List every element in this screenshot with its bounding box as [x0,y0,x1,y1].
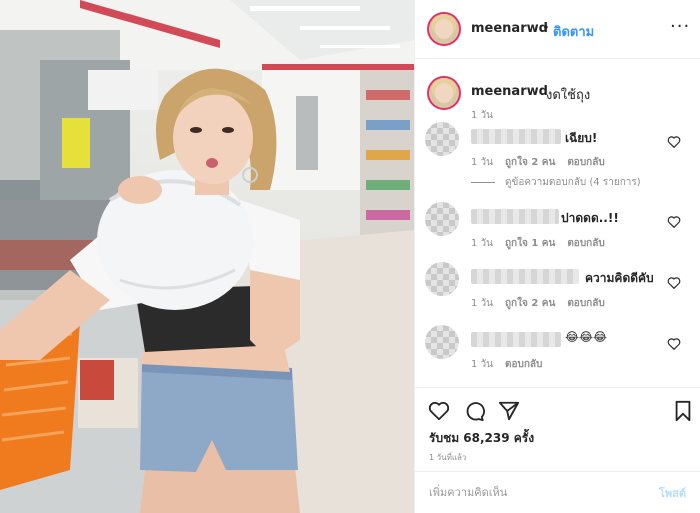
view-replies-button[interactable]: ดูข้อความตอบกลับ (4 รายการ) [471,175,641,190]
comment-meta: 1 วัน ถูกใจ 2 คน ตอบกลับ [471,155,617,170]
post-video[interactable] [0,0,414,513]
comment-likes[interactable]: ถูกใจ 2 คน [505,298,555,309]
comment-meta: 1 วัน ตอบกลับ [471,357,554,372]
caption-avatar[interactable] [427,76,461,110]
comment-time[interactable]: 1 วัน [471,359,493,370]
comment-meta: 1 วัน ถูกใจ 2 คน ตอบกลับ [471,296,617,311]
comment-text: เฉียบ! [565,131,598,145]
comment-meta: 1 วัน ถูกใจ 1 คน ตอบกลับ [471,236,617,251]
comment-composer: โพสต์ [415,471,700,513]
comment-username-blurred[interactable] [471,129,561,144]
post-comment-button[interactable]: โพสต์ [659,484,686,502]
small-heart-icon[interactable] [667,215,681,228]
comment-text: ความคิดดีคับ [585,271,654,285]
comment-avatar-blurred[interactable] [425,262,459,296]
separator-dot: • [542,21,550,36]
caption-time[interactable]: 1 วัน [471,108,493,123]
comment-avatar-blurred[interactable] [425,202,459,236]
video-frame-illustration [0,0,414,513]
small-heart-icon[interactable] [667,337,681,350]
bookmark-icon[interactable] [672,400,694,422]
comment-time[interactable]: 1 วัน [471,238,493,249]
follow-button[interactable]: ติดตาม [553,21,594,42]
post-details-panel: meenarwd • ติดตาม ··· meenarwd งดใช้ถุง … [414,0,700,513]
reply-button[interactable]: ตอบกลับ [567,238,604,249]
post-header: meenarwd • ติดตาม ··· [415,0,700,59]
reply-button[interactable]: ตอบกลับ [567,298,604,309]
caption-username[interactable]: meenarwd [471,84,548,99]
post-actions: รับชม 68,239 ครั้ง 1 วันที่แล้ว โพสต์ [415,387,700,512]
reply-button[interactable]: ตอบกลับ [567,157,604,168]
more-icon[interactable]: ··· [670,16,690,37]
post-time[interactable]: 1 วันที่แล้ว [429,451,466,464]
view-count[interactable]: รับชม 68,239 ครั้ง [429,429,534,448]
avatar[interactable] [427,12,461,46]
comment-text: ปาดดด..!! [561,211,619,225]
small-heart-icon[interactable] [667,135,681,148]
comment-username-blurred[interactable] [471,332,561,347]
comment-likes[interactable]: ถูกใจ 1 คน [505,238,555,249]
comment-time[interactable]: 1 วัน [471,157,493,168]
small-heart-icon[interactable] [667,276,681,289]
comment-icon[interactable] [463,400,485,422]
comment-input[interactable] [429,483,629,501]
comment-avatar-blurred[interactable] [425,122,459,156]
caption-text: งดใช้ถุง [546,88,591,103]
username-link[interactable]: meenarwd [471,21,548,36]
comment-avatar-blurred[interactable] [425,325,459,359]
comment-username-blurred[interactable] [471,209,559,224]
share-icon[interactable] [498,400,520,422]
reply-button[interactable]: ตอบกลับ [505,359,542,370]
heart-icon[interactable] [428,400,450,422]
comment-text: 😂😂😂 [565,330,608,344]
comment-likes[interactable]: ถูกใจ 2 คน [505,157,555,168]
comment-username-blurred[interactable] [471,269,579,284]
comment-time[interactable]: 1 วัน [471,298,493,309]
